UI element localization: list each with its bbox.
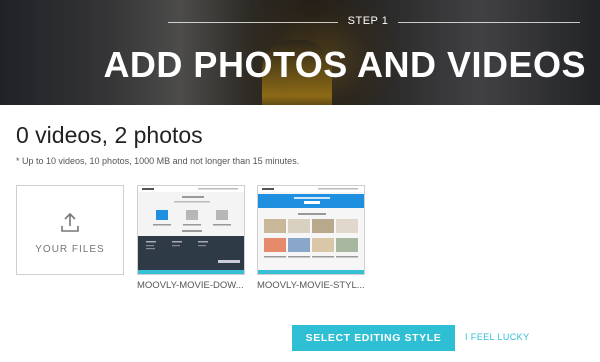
step-divider-left [168,22,338,23]
i-feel-lucky-link[interactable]: I FEEL LUCKY [465,332,530,342]
step-indicator: STEP 1 [168,13,580,33]
upload-files-button[interactable]: YOUR FILES [16,185,124,275]
thumbnail-status-bar [258,270,364,274]
page-title: ADD PHOTOS AND VIDEOS [103,44,586,85]
hero-banner: STEP 1 ADD PHOTOS AND VIDEOS [0,0,600,105]
media-filename: MOOVLY-MOVIE-STYL... [257,280,365,291]
select-editing-style-button[interactable]: SELECT EDITING STYLE [292,325,455,351]
upload-icon [61,212,79,232]
media-thumbnail-preview [258,186,364,274]
media-thumbnail[interactable] [137,185,245,275]
upload-files-label: YOUR FILES [35,243,105,255]
step-label: STEP 1 [347,15,389,27]
media-filename: MOOVLY-MOVIE-DOW... [137,280,244,291]
media-count: 0 videos, 2 photos [16,122,203,148]
thumbnail-status-bar [138,270,244,274]
upload-limits-note: * Up to 10 videos, 10 photos, 1000 MB an… [16,156,300,166]
media-thumbnail-preview [138,186,244,274]
step-divider-right [398,22,580,23]
media-thumbnail[interactable] [257,185,365,275]
